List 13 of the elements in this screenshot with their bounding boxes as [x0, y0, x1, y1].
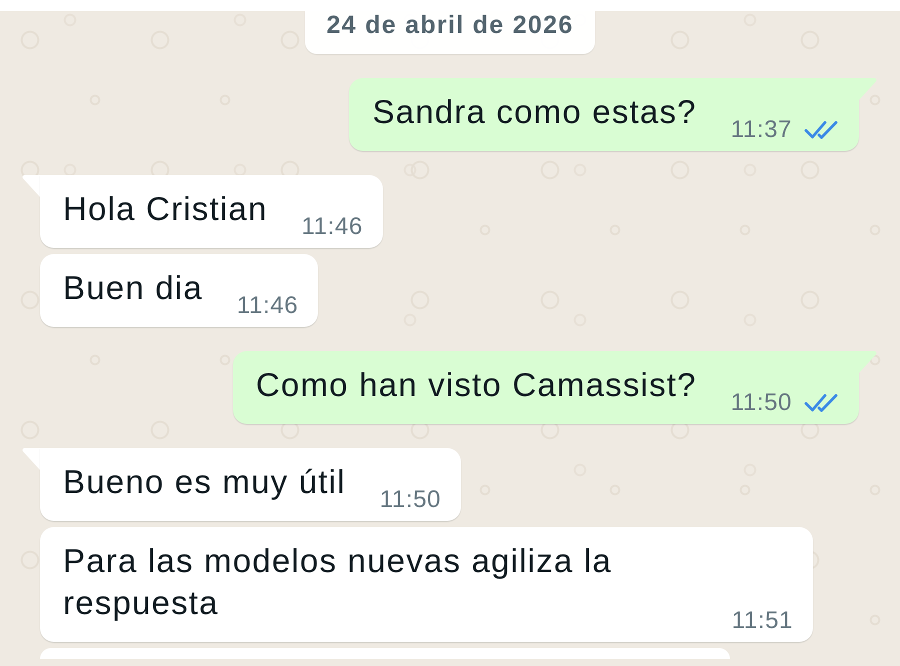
message-time: 11:46 [236, 292, 298, 320]
message-text: Para las modelos nuevas agiliza la respuesta [63, 541, 613, 623]
message-text: Buen dia [63, 268, 203, 308]
message-time: 11:46 [302, 213, 363, 241]
message-text: Bueno es muy útil [63, 462, 346, 502]
message-time: 11:50 [380, 486, 441, 514]
message-text: Sandra como estas? [372, 92, 697, 132]
message-time: 11:37 [730, 116, 792, 144]
message-text: Hola Cristian [63, 189, 268, 229]
message-text: Como han visto Camassist? [256, 365, 697, 405]
date-label: 24 de abril de 2026 [305, 11, 595, 54]
message-time: 11:51 [732, 607, 793, 635]
message-time: 11:50 [730, 389, 792, 417]
